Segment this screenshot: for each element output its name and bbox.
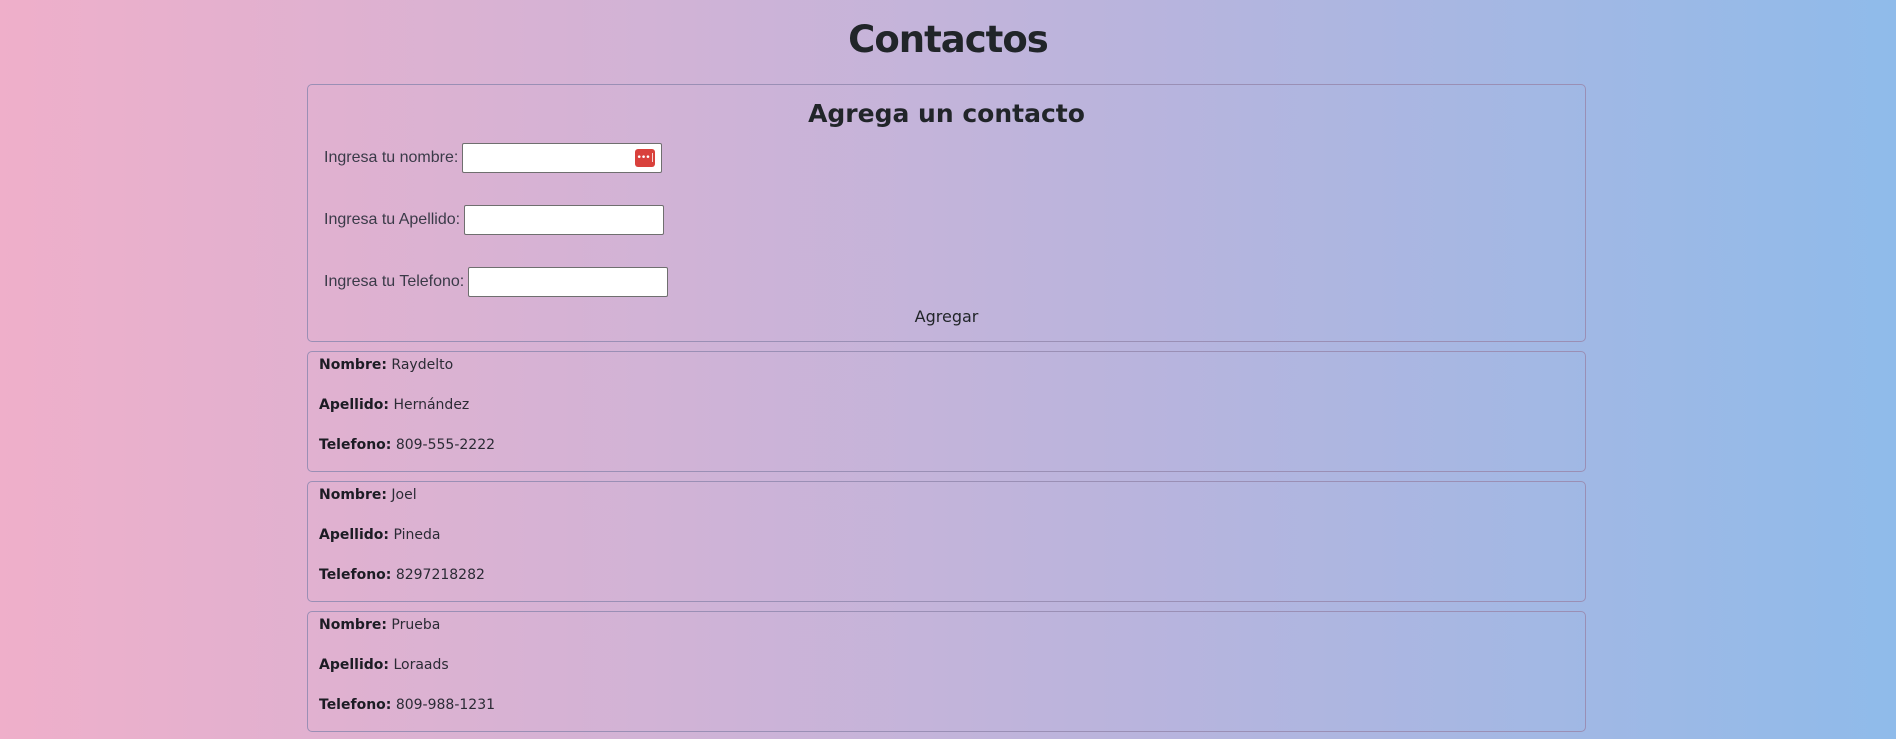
nombre-label: Ingresa tu nombre: [324, 149, 459, 166]
page-title: Contactos [848, 18, 1049, 61]
nombre-value: Prueba [391, 617, 441, 633]
contact-apellido: Apellido: Pineda [319, 527, 440, 543]
nombre-input[interactable]: •••| [462, 143, 663, 173]
telefono-label: Ingresa tu Telefono: [324, 273, 465, 290]
contact-nombre: Nombre: Joel [319, 487, 417, 503]
contact-telefono: Telefono: 8297218282 [319, 567, 485, 583]
password-manager-icon[interactable]: •••| [635, 149, 656, 167]
contact-nombre: Nombre: Raydelto [319, 357, 453, 373]
apellido-value: Pineda [393, 527, 441, 543]
apellido-label: Ingresa tu Apellido: [324, 211, 461, 228]
apellido-row: Ingresa tu Apellido: [324, 205, 665, 235]
telefono-field-label: Telefono: [319, 437, 392, 453]
add-contact-form: Agrega un contacto Ingresa tu nombre: ••… [307, 84, 1586, 342]
apellido-field-label: Apellido: [319, 527, 389, 543]
apellido-value: Hernández [393, 397, 470, 413]
nombre-field-label: Nombre: [319, 487, 387, 503]
apellido-field-label: Apellido: [319, 657, 389, 673]
apellido-input[interactable] [464, 205, 665, 235]
contact-card: Nombre: Joel Apellido: Pineda Telefono: … [307, 481, 1586, 602]
telefono-field-label: Telefono: [319, 567, 392, 583]
contact-apellido: Apellido: Loraads [319, 657, 449, 673]
nombre-value: Raydelto [391, 357, 454, 373]
telefono-input[interactable] [468, 267, 669, 297]
telefono-value: 809-988-1231 [395, 697, 496, 713]
telefono-value: 8297218282 [395, 567, 485, 583]
form-title: Agrega un contacto [808, 99, 1085, 128]
contact-telefono: Telefono: 809-988-1231 [319, 697, 495, 713]
telefono-value: 809-555-2222 [395, 437, 496, 453]
contact-telefono: Telefono: 809-555-2222 [319, 437, 495, 453]
telefono-field-label: Telefono: [319, 697, 392, 713]
nombre-field-label: Nombre: [319, 617, 387, 633]
apellido-field-label: Apellido: [319, 397, 389, 413]
contact-card: Nombre: Raydelto Apellido: Hernández Tel… [307, 351, 1586, 472]
apellido-value: Loraads [393, 657, 449, 673]
contact-nombre: Nombre: Prueba [319, 617, 440, 633]
nombre-field-label: Nombre: [319, 357, 387, 373]
nombre-value: Joel [391, 487, 417, 503]
telefono-row: Ingresa tu Telefono: [324, 267, 669, 297]
contact-apellido: Apellido: Hernández [319, 397, 469, 413]
agregar-button[interactable]: Agregar [308, 307, 1585, 326]
nombre-row: Ingresa tu nombre: •••| [324, 143, 663, 173]
contact-card: Nombre: Prueba Apellido: Loraads Telefon… [307, 611, 1586, 732]
